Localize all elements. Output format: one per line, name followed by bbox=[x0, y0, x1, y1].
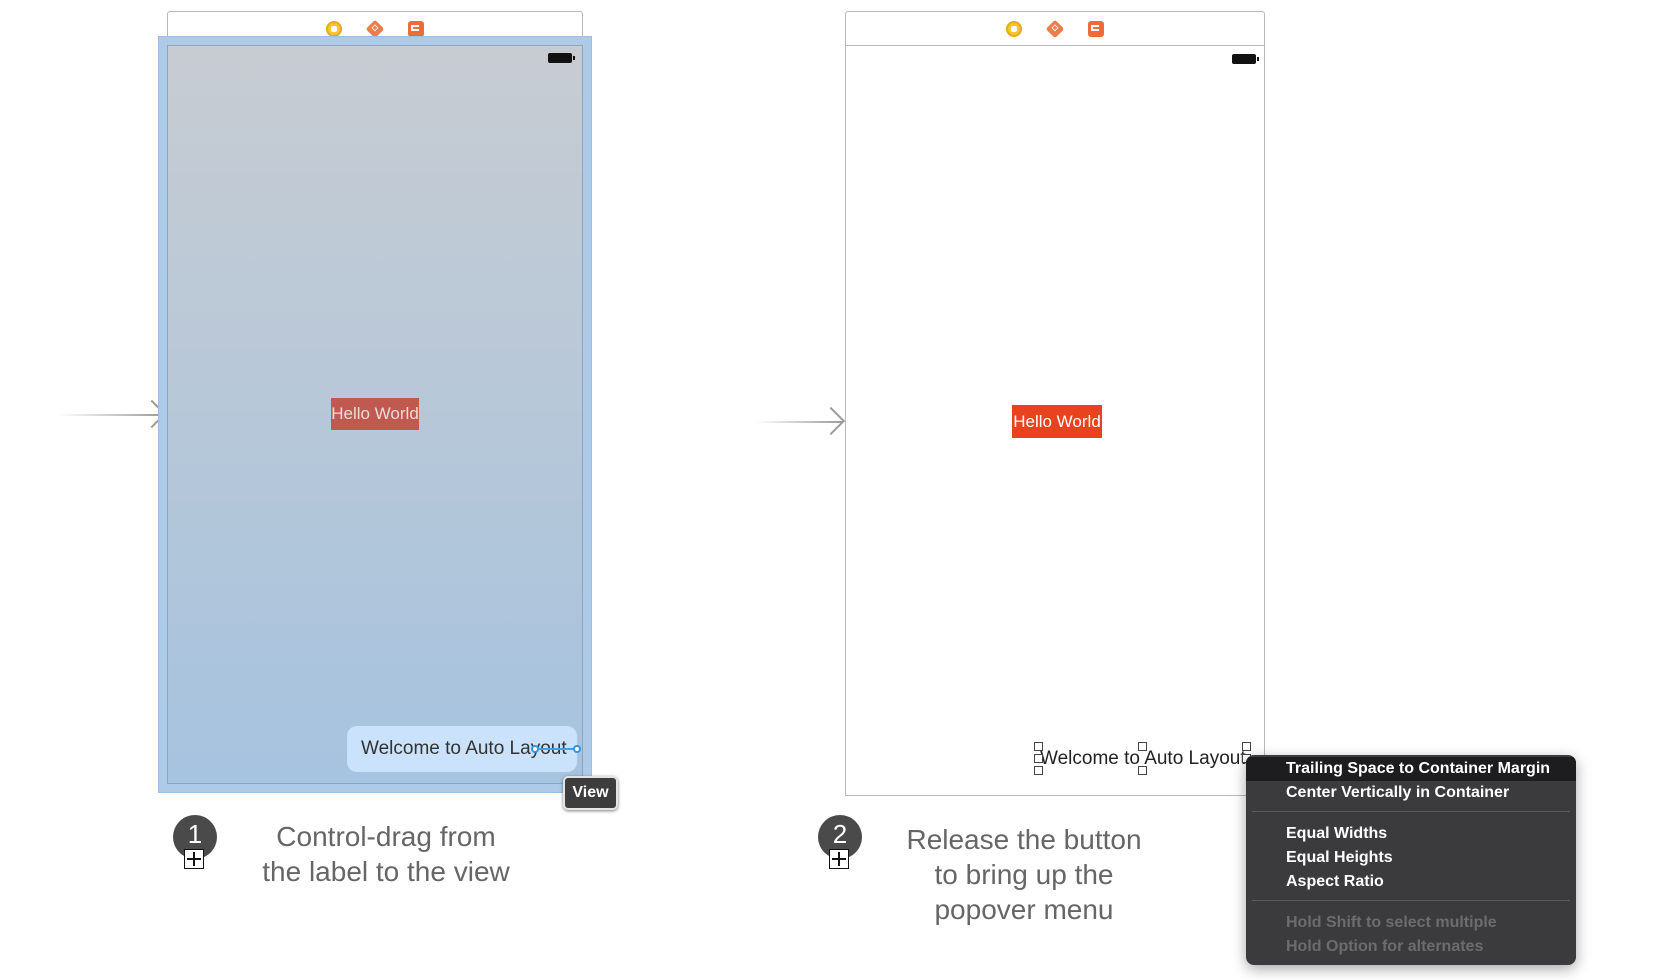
right-entry-point-arrow bbox=[756, 421, 842, 423]
resize-handle-top-right[interactable] bbox=[1242, 742, 1251, 751]
resize-handle-top-left[interactable] bbox=[1034, 742, 1043, 751]
caption-line: Control-drag from bbox=[276, 821, 496, 852]
caption-line: popover menu bbox=[934, 894, 1114, 925]
step-2-caption: Release the button to bring up the popov… bbox=[874, 822, 1174, 927]
copy-cursor-icon bbox=[829, 849, 849, 869]
left-entry-point-arrow bbox=[58, 414, 163, 416]
right-scene-dock bbox=[845, 11, 1265, 45]
battery-icon bbox=[1232, 54, 1259, 64]
menu-item-center-vertically[interactable]: Center Vertically in Container bbox=[1246, 781, 1576, 805]
first-responder-icon[interactable] bbox=[365, 19, 385, 39]
menu-separator bbox=[1252, 811, 1570, 812]
step-1-caption: Control-drag from the label to the view bbox=[236, 819, 536, 889]
copy-cursor-icon bbox=[184, 849, 204, 869]
caption-line: Release the button bbox=[906, 824, 1142, 855]
menu-hint-option: Hold Option for alternates bbox=[1286, 938, 1484, 955]
exit-icon[interactable] bbox=[1088, 21, 1104, 37]
right-view-canvas[interactable]: Hello World bbox=[845, 45, 1265, 796]
menu-item-trailing-space[interactable]: Trailing Space to Container Margin bbox=[1246, 757, 1576, 781]
menu-item-aspect-ratio[interactable]: Aspect Ratio bbox=[1246, 870, 1576, 894]
view-controller-icon[interactable] bbox=[1006, 21, 1022, 37]
menu-item-equal-heights[interactable]: Equal Heights bbox=[1246, 846, 1576, 870]
resize-handle-left[interactable] bbox=[1034, 754, 1043, 763]
view-controller-icon[interactable] bbox=[326, 21, 342, 37]
caption-line: to bring up the bbox=[934, 859, 1114, 890]
view-drop-tooltip: View bbox=[563, 776, 618, 810]
caption-line: the label to the view bbox=[262, 856, 510, 887]
left-scene-dock bbox=[167, 11, 583, 45]
menu-hint-shift: Hold Shift to select multiple bbox=[1286, 914, 1497, 931]
resize-handle-bottom[interactable] bbox=[1138, 766, 1147, 775]
constraint-popover-menu: Trailing Space to Container Margin Cente… bbox=[1246, 755, 1576, 965]
resize-handle-bottom-left[interactable] bbox=[1034, 766, 1043, 775]
drag-start-dot bbox=[531, 745, 539, 753]
drag-end-dot bbox=[573, 745, 581, 753]
menu-separator bbox=[1252, 900, 1570, 901]
battery-icon bbox=[548, 53, 575, 63]
left-hello-world-label[interactable]: Hello World bbox=[331, 398, 419, 430]
menu-item-equal-widths[interactable]: Equal Widths bbox=[1246, 822, 1576, 846]
first-responder-icon[interactable] bbox=[1045, 19, 1065, 39]
resize-handle-top[interactable] bbox=[1138, 742, 1147, 751]
exit-icon[interactable] bbox=[408, 21, 424, 37]
control-drag-line bbox=[534, 748, 574, 750]
right-hello-world-label[interactable]: Hello World bbox=[1012, 405, 1102, 438]
left-view-canvas[interactable]: Hello World Welcome to Auto Layout bbox=[167, 45, 583, 784]
